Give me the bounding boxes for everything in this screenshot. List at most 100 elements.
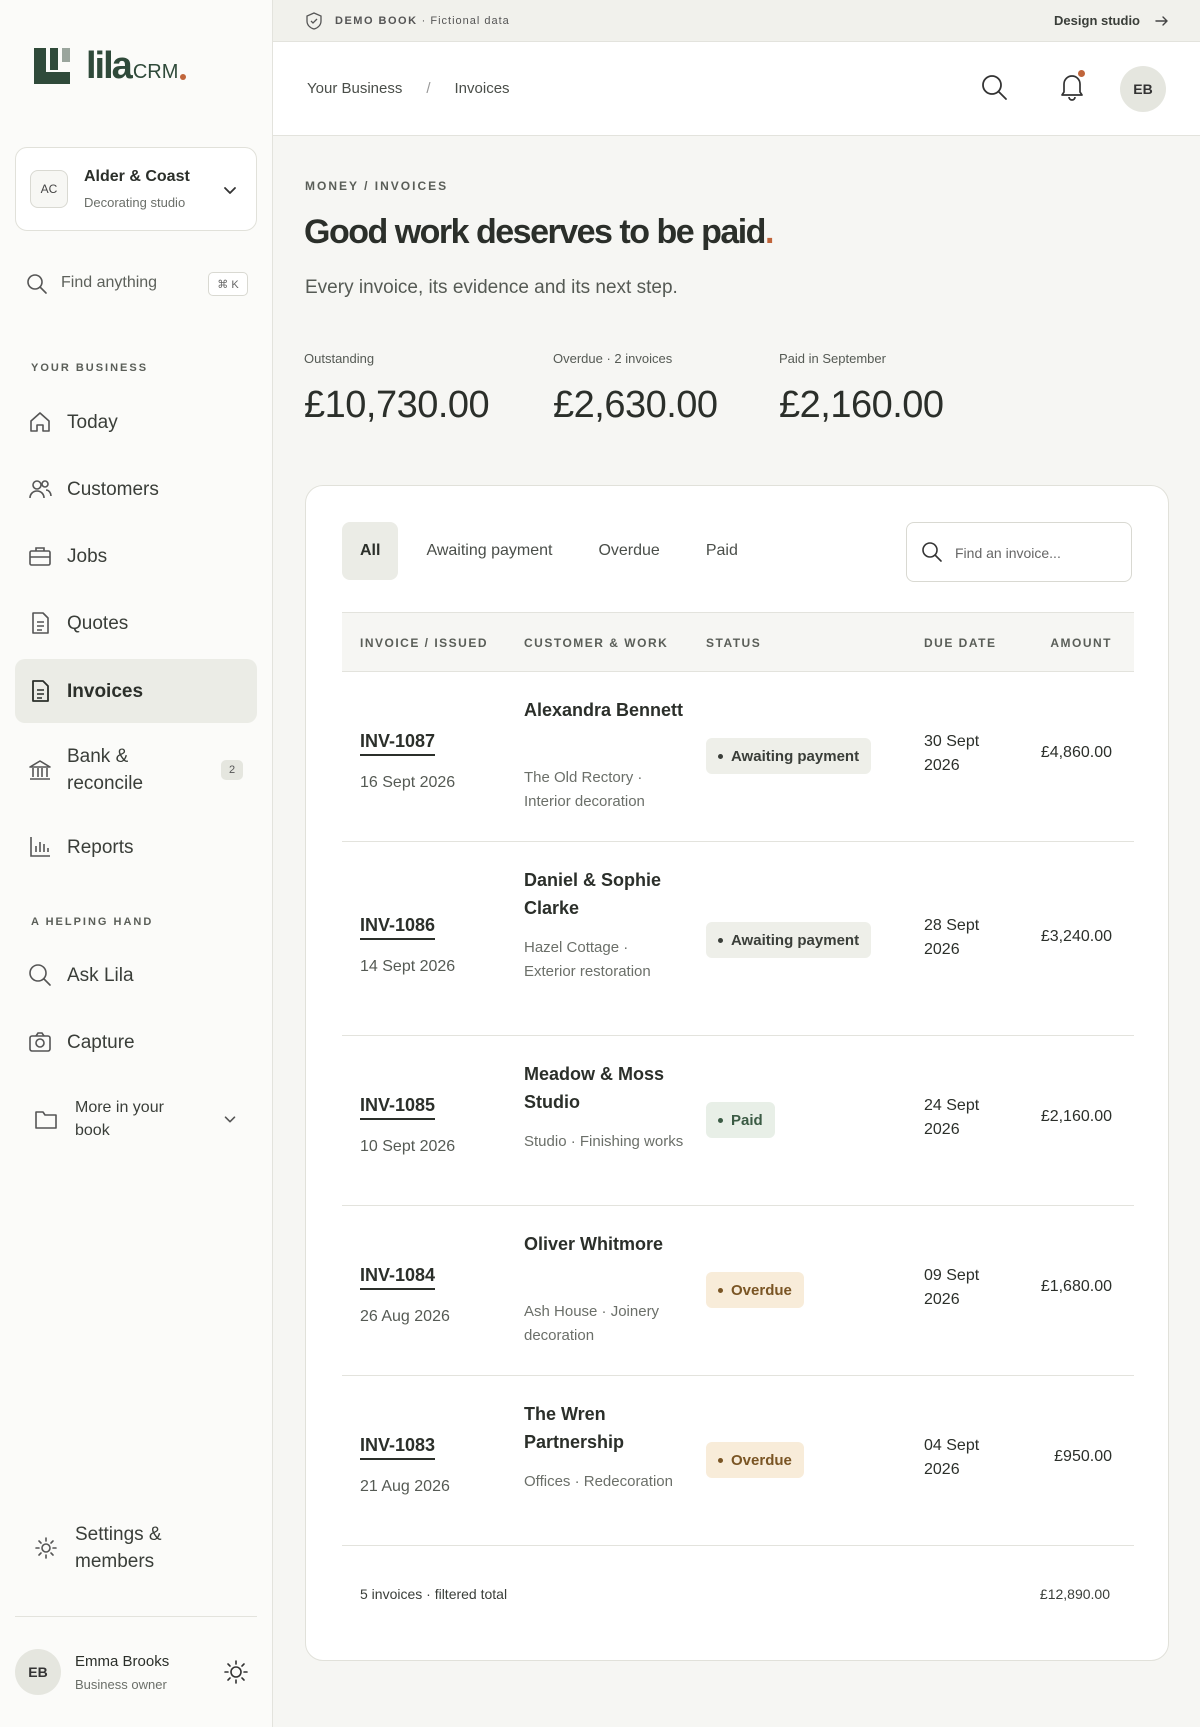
sidebar-item-settings[interactable]: Settings & members <box>15 1513 257 1583</box>
invoice-amount: £1,680.00 <box>1040 1278 1112 1295</box>
page-subtitle: Every invoice, its evidence and its next… <box>305 277 678 298</box>
stat-value: £2,160.00 <box>779 384 944 426</box>
sidebar-item-capture[interactable]: Capture <box>15 1010 257 1074</box>
sidebar-item-more[interactable]: More in your book <box>15 1084 257 1154</box>
brand-suffix: CRM <box>132 61 179 83</box>
column-customer[interactable]: CUSTOMER & WORK <box>524 636 668 650</box>
stat-outstanding: Outstanding £10,730.00 <box>304 351 490 427</box>
workspace-switcher[interactable]: AC Alder & Coast Decorating studio <box>15 147 257 231</box>
brand-word: lila <box>86 45 133 87</box>
section-helping-hand: A HELPING HAND <box>31 916 154 928</box>
invoice-amount: £4,860.00 <box>1040 744 1112 761</box>
sidebar-item-quotes[interactable]: Quotes <box>15 591 257 655</box>
status-badge: Awaiting payment <box>706 738 872 774</box>
sidebar-item-today[interactable]: Today <box>15 390 257 454</box>
tab-paid[interactable]: Paid <box>688 522 756 580</box>
due-date: 28 Sept 2026 <box>924 917 980 958</box>
column-due-date[interactable]: DUE DATE <box>924 636 996 650</box>
bank-icon <box>29 760 51 780</box>
notification-dot <box>1078 70 1085 77</box>
sidebar-item-label: Reports <box>67 836 134 858</box>
table-header: INVOICE / ISSUED CUSTOMER & WORK STATUS … <box>342 612 1134 672</box>
sidebar-item-label: Today <box>67 411 118 433</box>
status-dot <box>718 1287 723 1293</box>
sidebar-item-reports[interactable]: Reports <box>15 815 257 879</box>
invoice-number-link[interactable]: INV-1086 <box>360 914 436 940</box>
avatar: EB <box>15 1649 61 1695</box>
invoice-issued-date: 26 Aug 2026 <box>360 1308 450 1325</box>
sidebar-item-label: Customers <box>67 478 159 500</box>
invoice-amount: £3,240.00 <box>1040 928 1112 945</box>
column-status[interactable]: STATUS <box>706 636 761 650</box>
sun-icon[interactable] <box>223 1659 249 1685</box>
find-anything[interactable]: Find anything ⌘ K <box>26 272 248 298</box>
status-badge: Overdue <box>706 1272 804 1308</box>
home-icon <box>30 412 50 432</box>
invoice-search[interactable] <box>906 522 1132 582</box>
invoice-number-link[interactable]: INV-1083 <box>360 1434 436 1460</box>
invoice-issued-date: 21 Aug 2026 <box>360 1478 450 1495</box>
sidebar-item-customers[interactable]: Customers <box>15 457 257 521</box>
demo-banner: DEMO BOOK · Fictional data Design studio <box>273 0 1200 42</box>
document-icon <box>32 612 49 634</box>
users-icon <box>29 480 52 499</box>
sidebar-item-invoices[interactable]: Invoices <box>15 659 257 723</box>
user-profile[interactable]: EB Emma Brooks Business owner <box>15 1616 257 1700</box>
stat-label: Outstanding <box>304 351 375 366</box>
table-footer-total: £12,890.00 <box>1039 1586 1110 1602</box>
search-icon[interactable] <box>979 72 1009 102</box>
status-dot <box>718 937 723 943</box>
design-studio-link[interactable]: Design studio <box>1054 13 1140 28</box>
table-row[interactable]: INV-1084 26 Aug 2026 Oliver Whitmore Ash Ho… <box>342 1206 1134 1376</box>
chevron-down-icon <box>224 187 236 194</box>
avatar[interactable]: EB <box>1120 66 1166 112</box>
sidebar-item-label: Bank & reconcile <box>67 746 144 794</box>
table-row[interactable]: INV-1086 14 Sept 2026 Daniel & Sophie Clar… <box>342 842 1134 1036</box>
arrow-right-icon[interactable] <box>1154 13 1170 29</box>
column-amount[interactable]: AMOUNT <box>1050 636 1112 650</box>
notifications-button[interactable] <box>1057 70 1087 102</box>
status-label: Overdue <box>731 1281 792 1299</box>
top-bar: Your Business / Invoices EB <box>273 42 1200 136</box>
sidebar-item-ask-lila[interactable]: Ask Lila <box>15 943 257 1007</box>
invoice-search-input[interactable] <box>955 541 1115 565</box>
search-icon <box>922 542 942 562</box>
breadcrumb-root[interactable]: Your Business <box>307 80 402 97</box>
customer-name: Oliver Whitmore <box>524 1234 664 1254</box>
status-dot <box>718 1457 723 1463</box>
status-label: Awaiting payment <box>731 931 860 949</box>
tab-overdue[interactable]: Overdue <box>580 522 677 580</box>
breadcrumb-current: Invoices <box>454 80 510 97</box>
sidebar-item-bank[interactable]: Bank & reconcile 2 <box>15 736 257 804</box>
invoice-issued-date: 16 Sept 2026 <box>360 774 456 791</box>
tab-all[interactable]: All <box>342 522 399 580</box>
work-description: Offices · Redecoration <box>524 1473 673 1490</box>
invoice-number-link[interactable]: INV-1087 <box>360 730 436 756</box>
table-row[interactable]: INV-1083 21 Aug 2026 The Wren Partnership O… <box>342 1376 1134 1546</box>
page-eyebrow: MONEY / INVOICES <box>305 179 449 193</box>
sidebar-item-label: Settings & members <box>75 1524 162 1572</box>
folder-icon <box>35 1111 57 1129</box>
invoice-number-link[interactable]: INV-1085 <box>360 1094 436 1120</box>
demo-banner-text: DEMO BOOK · Fictional data <box>335 15 510 27</box>
brand-logo[interactable]: lila CRM <box>34 45 187 87</box>
breadcrumb-separator: / <box>426 80 431 97</box>
status-badge: Overdue <box>706 1442 804 1478</box>
sidebar-item-label: Quotes <box>67 612 129 634</box>
invoice-issued-date: 14 Sept 2026 <box>360 958 456 975</box>
invoice-number-link[interactable]: INV-1084 <box>360 1264 436 1290</box>
table-row[interactable]: INV-1085 10 Sept 2026 Meadow & Moss Studio… <box>342 1036 1134 1206</box>
tab-awaiting-payment[interactable]: Awaiting payment <box>408 522 570 580</box>
status-badge: Awaiting payment <box>706 922 872 958</box>
main-content: DEMO BOOK · Fictional data Design studio… <box>273 0 1200 1727</box>
workspace-subtitle: Decorating studio <box>84 195 186 210</box>
due-date: 24 Sept 2026 <box>924 1097 980 1138</box>
workspace-badge: AC <box>30 170 68 208</box>
demo-tag: DEMO BOOK <box>335 15 418 27</box>
column-invoice[interactable]: INVOICE / ISSUED <box>360 636 488 650</box>
sidebar-item-jobs[interactable]: Jobs <box>15 524 257 588</box>
customer-name: Daniel & Sophie Clarke <box>524 870 662 918</box>
sidebar: lila CRM AC Alder & Coast Decorating stu… <box>0 0 273 1727</box>
table-row[interactable]: INV-1087 16 Sept 2026 Alexandra Bennett The… <box>342 672 1134 842</box>
filter-tabs: All Awaiting payment Overdue Paid <box>342 522 766 580</box>
